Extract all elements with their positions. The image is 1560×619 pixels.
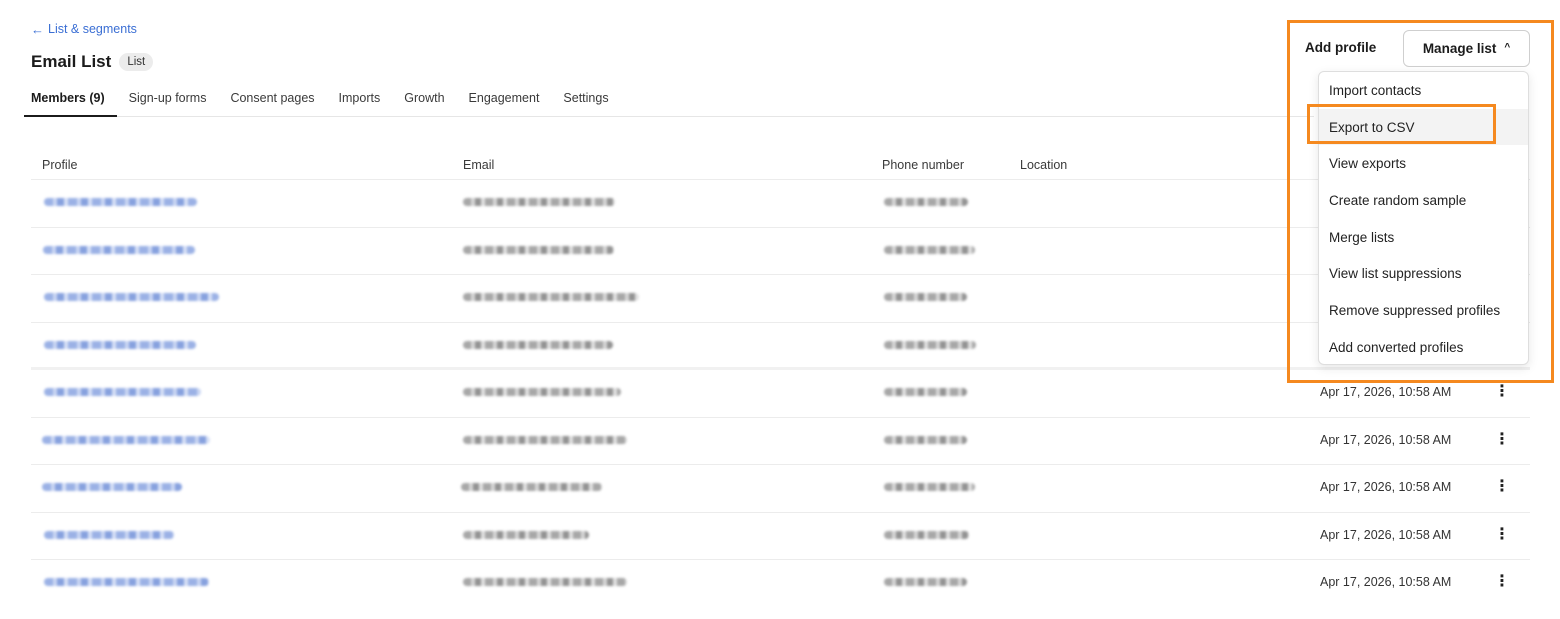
email-redacted	[463, 293, 639, 303]
tab-settings[interactable]: Settings	[551, 84, 620, 117]
manage-list-menu: Import contacts Export to CSV View expor…	[1318, 71, 1529, 365]
tab-growth[interactable]: Growth	[392, 84, 456, 117]
menu-item-view-list-suppressions[interactable]: View list suppressions	[1319, 255, 1528, 292]
back-link-label: List & segments	[48, 22, 137, 36]
row-menu-kebab-icon[interactable]: ⋮	[1494, 571, 1510, 593]
phone-redacted	[884, 483, 975, 493]
arrow-left-icon: ←	[31, 21, 44, 37]
phone-redacted	[884, 578, 967, 588]
date-added: Apr 17, 2026, 10:58 AM	[1320, 575, 1452, 589]
profile-link-redacted[interactable]	[44, 530, 174, 541]
column-header-profile[interactable]: Profile	[42, 158, 77, 172]
column-header-location[interactable]: Location	[1020, 158, 1067, 172]
date-added: Apr 17, 2026, 10:58 AM	[1320, 480, 1452, 494]
manage-list-label: Manage list	[1422, 41, 1497, 56]
menu-item-merge-lists[interactable]: Merge lists	[1319, 219, 1528, 256]
menu-item-add-converted-profiles[interactable]: Add converted profiles	[1319, 329, 1528, 366]
date-added: Apr 17, 2026, 10:58 AM	[1320, 432, 1452, 447]
email-redacted	[463, 578, 627, 588]
phone-redacted	[884, 435, 967, 446]
profile-link-redacted[interactable]	[44, 578, 209, 588]
table-row[interactable]: Apr 17, 2026, 10:58 AM ⋮	[31, 418, 1530, 465]
column-header-phone[interactable]: Phone number	[882, 158, 964, 172]
column-header-email[interactable]: Email	[463, 158, 494, 172]
manage-list-button[interactable]: Manage list ^	[1403, 30, 1530, 67]
phone-redacted	[884, 293, 967, 303]
email-redacted	[463, 435, 627, 446]
add-profile-button[interactable]: Add profile	[1305, 40, 1376, 55]
profile-link-redacted[interactable]	[44, 293, 219, 303]
email-redacted	[463, 245, 614, 256]
email-redacted	[463, 198, 615, 208]
menu-item-view-exports[interactable]: View exports	[1319, 145, 1528, 182]
members-table: Profile Email Phone number Location Apr …	[31, 150, 1530, 608]
table-row[interactable]: Apr 17, 2026, 10:58 AM ⋮	[31, 560, 1530, 608]
tab-engagement[interactable]: Engagement	[457, 84, 552, 117]
email-redacted	[463, 530, 589, 541]
phone-redacted	[884, 388, 967, 398]
row-menu-kebab-icon[interactable]: ⋮	[1494, 476, 1510, 498]
list-badge: List	[119, 53, 154, 71]
profile-link-redacted[interactable]	[42, 483, 182, 493]
table-row[interactable]: Apr 17, 2026, 10:58 AM ⋮	[31, 465, 1530, 513]
date-added: Apr 17, 2026, 10:58 AM	[1320, 385, 1452, 399]
profile-link-redacted[interactable]	[44, 198, 197, 208]
menu-item-create-random-sample[interactable]: Create random sample	[1319, 182, 1528, 219]
row-menu-kebab-icon[interactable]: ⋮	[1494, 524, 1510, 546]
phone-redacted	[884, 530, 969, 541]
title-row: Email List List	[31, 52, 154, 72]
table-row[interactable]: Apr 17, 2026, 10:58 AM ⋮	[31, 370, 1530, 418]
page-title: Email List	[31, 52, 112, 71]
table-row[interactable]	[31, 323, 1530, 370]
menu-item-remove-suppressed-profiles[interactable]: Remove suppressed profiles	[1319, 292, 1528, 329]
profile-link-redacted[interactable]	[43, 245, 195, 256]
table-row[interactable]	[31, 228, 1530, 275]
phone-redacted	[884, 340, 976, 351]
table-row[interactable]	[31, 275, 1530, 323]
chevron-up-icon: ^	[1504, 42, 1511, 53]
table-row[interactable]	[31, 180, 1530, 228]
tab-bar: Members (9) Sign-up forms Consent pages …	[24, 84, 1314, 117]
tab-sign-up-forms[interactable]: Sign-up forms	[117, 84, 219, 117]
email-redacted	[461, 483, 602, 493]
phone-redacted	[884, 198, 968, 208]
back-link[interactable]: ← List & segments	[31, 22, 137, 36]
profile-link-redacted[interactable]	[44, 388, 201, 398]
table-row[interactable]: Apr 17, 2026, 10:58 AM ⋮	[31, 513, 1530, 560]
tab-members[interactable]: Members (9)	[24, 84, 117, 117]
row-menu-kebab-icon[interactable]: ⋮	[1494, 381, 1510, 403]
tab-consent-pages[interactable]: Consent pages	[218, 84, 326, 117]
phone-redacted	[884, 245, 975, 256]
tab-imports[interactable]: Imports	[327, 84, 393, 117]
table-header: Profile Email Phone number Location	[31, 150, 1530, 180]
row-menu-kebab-icon[interactable]: ⋮	[1494, 429, 1510, 451]
email-redacted	[463, 340, 613, 351]
profile-link-redacted[interactable]	[44, 340, 196, 351]
date-added: Apr 17, 2026, 10:58 AM	[1320, 527, 1452, 542]
menu-item-import-contacts[interactable]: Import contacts	[1319, 72, 1528, 109]
menu-item-export-to-csv[interactable]: Export to CSV	[1319, 108, 1528, 146]
profile-link-redacted[interactable]	[42, 435, 210, 446]
email-redacted	[463, 388, 621, 398]
